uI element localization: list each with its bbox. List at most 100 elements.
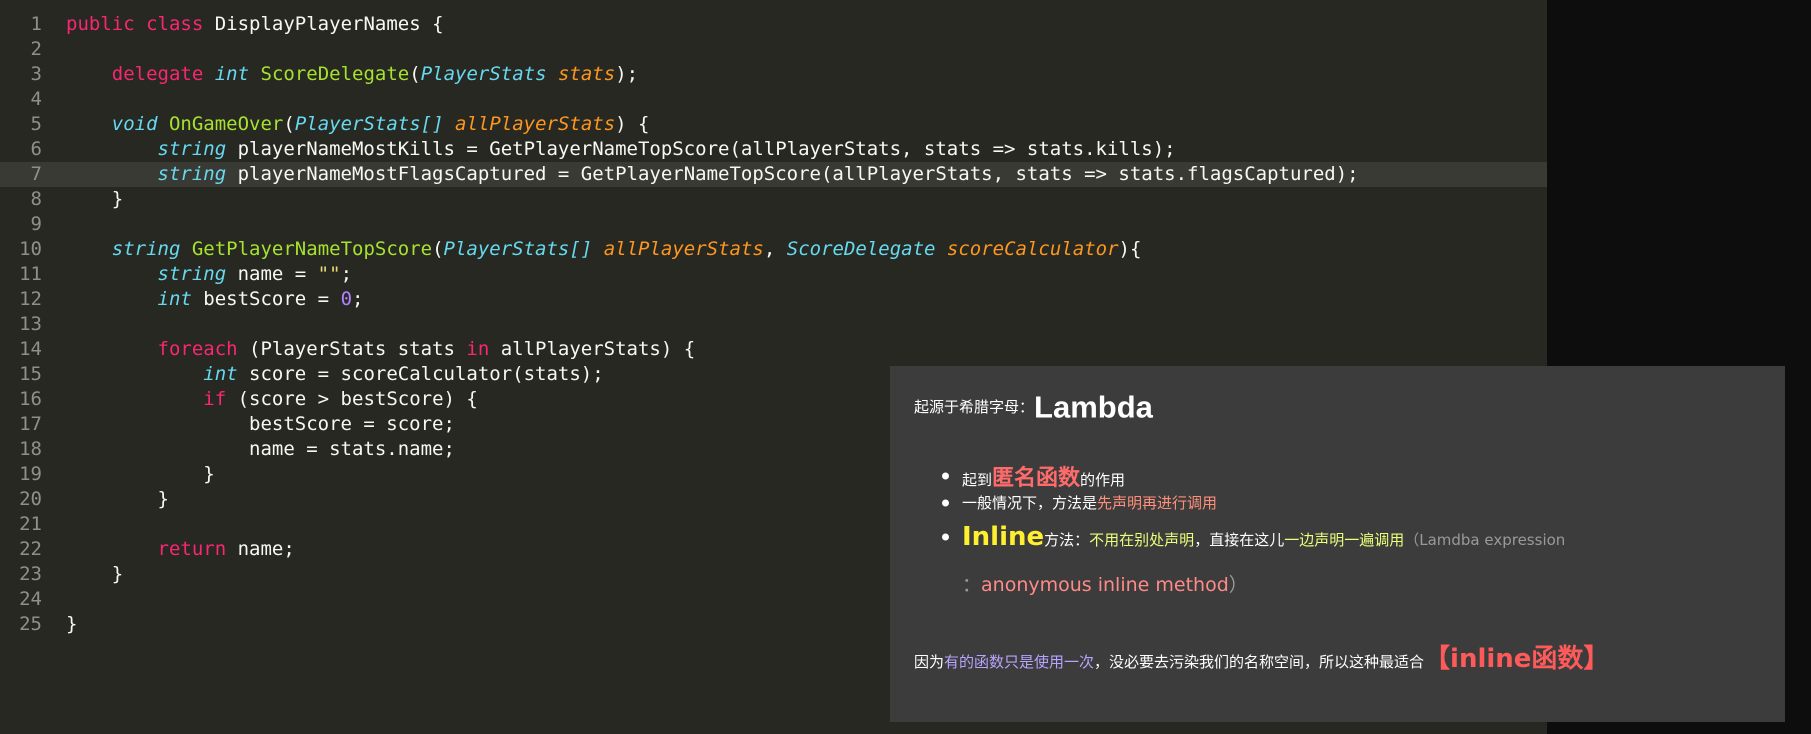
code-text[interactable]: string playerNameMostKills = GetPlayerNa…: [66, 137, 1176, 162]
code-text[interactable]: public class DisplayPlayerNames {: [66, 12, 444, 37]
code-token: name =: [226, 263, 318, 285]
code-text[interactable]: }: [66, 187, 123, 212]
code-token: allPlayerStats: [455, 113, 616, 135]
bullet-inline-method: Inline方法：不用在别处声明，直接在这儿一边声明一遍调用（Lamdba ex…: [942, 522, 1565, 552]
code-text[interactable]: delegate int ScoreDelegate(PlayerStats s…: [66, 62, 638, 87]
code-line[interactable]: 3 delegate int ScoreDelegate(PlayerStats…: [0, 62, 1547, 87]
code-line[interactable]: 7 string playerNameMostFlagsCaptured = G…: [0, 162, 1547, 187]
code-text[interactable]: return name;: [66, 537, 295, 562]
code-token: (: [283, 113, 295, 135]
line-number: 7: [30, 163, 42, 185]
line-number: 23: [19, 563, 42, 585]
line-number: 9: [30, 213, 42, 235]
line-number: 14: [19, 338, 42, 360]
code-text[interactable]: }: [66, 562, 123, 587]
code-token: in: [466, 338, 490, 360]
line-number: 1: [30, 13, 42, 35]
code-token: (PlayerStats stats: [237, 338, 467, 360]
code-text[interactable]: foreach (PlayerStats stats in allPlayerS…: [66, 337, 696, 362]
code-token: score = scoreCalculator(stats);: [237, 363, 604, 385]
code-line[interactable]: 6 string playerNameMostKills = GetPlayer…: [0, 137, 1547, 162]
code-token: PlayerStats[]: [443, 238, 593, 260]
code-token: name = stats.name;: [66, 438, 455, 460]
line-number: 20: [19, 488, 42, 510]
line-number: 15: [19, 363, 42, 385]
code-text[interactable]: string name = "";: [66, 262, 353, 287]
code-token: bestScore = score;: [66, 413, 455, 435]
code-text[interactable]: }: [66, 612, 77, 637]
code-token: string: [157, 263, 227, 285]
code-token: int: [203, 363, 238, 385]
code-token: playerNameMostFlagsCaptured = GetPlayerN…: [226, 163, 1359, 185]
line-number: 17: [19, 413, 42, 435]
line-number: 22: [19, 538, 42, 560]
code-token: }: [66, 188, 124, 210]
code-token: ,: [763, 238, 787, 260]
lambda-heading: Lambda: [1034, 389, 1153, 425]
code-text[interactable]: void OnGameOver(PlayerStats[] allPlayerS…: [66, 112, 650, 137]
code-line[interactable]: 1 public class DisplayPlayerNames {: [0, 12, 1547, 37]
code-token: stats: [557, 63, 616, 85]
code-text[interactable]: int score = scoreCalculator(stats);: [66, 362, 604, 387]
code-token: bestScore =: [191, 288, 341, 310]
code-line[interactable]: 2: [0, 37, 1547, 62]
code-token: return: [157, 538, 227, 560]
line-number: 4: [30, 88, 42, 110]
line-number: 19: [19, 463, 42, 485]
code-token: );: [615, 63, 639, 85]
code-text[interactable]: }: [66, 462, 214, 487]
line-number: 11: [19, 263, 42, 285]
code-line[interactable]: 11 string name = "";: [0, 262, 1547, 287]
code-token: GetPlayerNameTopScore: [191, 238, 433, 260]
code-token: int: [214, 63, 250, 85]
line-number: 21: [19, 513, 42, 535]
code-line[interactable]: 12 int bestScore = 0;: [0, 287, 1547, 312]
code-token: string: [111, 238, 181, 260]
code-token: void: [111, 113, 158, 135]
line-number: 6: [30, 138, 42, 160]
line-number: 13: [19, 313, 42, 335]
code-text[interactable]: if (score > bestScore) {: [66, 387, 478, 412]
code-token: allPlayerStats) {: [489, 338, 696, 360]
code-token: string: [157, 138, 227, 160]
code-text[interactable]: name = stats.name;: [66, 437, 455, 462]
code-line[interactable]: 4: [0, 87, 1547, 112]
code-text[interactable]: int bestScore = 0;: [66, 287, 364, 312]
code-line[interactable]: 8 }: [0, 187, 1547, 212]
code-token: ScoreDelegate: [260, 63, 410, 85]
line-number: 25: [19, 613, 42, 635]
code-token: ;: [340, 263, 353, 285]
code-token: }: [66, 613, 78, 635]
lambda-annotation-panel: 起源于希腊字母：Lambda 起到匿名函数的作用 一般情况下，方法是先声明再进行…: [890, 366, 1785, 722]
code-line[interactable]: 14 foreach (PlayerStats stats in allPlay…: [0, 337, 1547, 362]
code-line[interactable]: 10 string GetPlayerNameTopScore(PlayerSt…: [0, 237, 1547, 262]
line-number: 12: [19, 288, 42, 310]
code-line[interactable]: 13: [0, 312, 1547, 337]
code-text[interactable]: string playerNameMostFlagsCaptured = Get…: [66, 162, 1359, 187]
line-number: 5: [30, 113, 42, 135]
code-text[interactable]: bestScore = score;: [66, 412, 455, 437]
code-token: OnGameOver: [168, 113, 284, 135]
code-token: playerNameMostKills = GetPlayerNameTopSc…: [226, 138, 1176, 160]
code-token: "": [317, 263, 341, 285]
code-line[interactable]: 9: [0, 212, 1547, 237]
code-token: ) {: [615, 113, 650, 135]
line-number: 16: [19, 388, 42, 410]
code-line[interactable]: 5 void OnGameOver(PlayerStats[] allPlaye…: [0, 112, 1547, 137]
code-text[interactable]: }: [66, 487, 169, 512]
code-text[interactable]: string GetPlayerNameTopScore(PlayerStats…: [66, 237, 1142, 262]
line-number: 18: [19, 438, 42, 460]
code-token: (: [432, 238, 444, 260]
code-token: DisplayPlayerNames {: [203, 13, 444, 35]
code-token: ;: [352, 288, 364, 310]
code-token: (score > bestScore) {: [226, 388, 478, 410]
